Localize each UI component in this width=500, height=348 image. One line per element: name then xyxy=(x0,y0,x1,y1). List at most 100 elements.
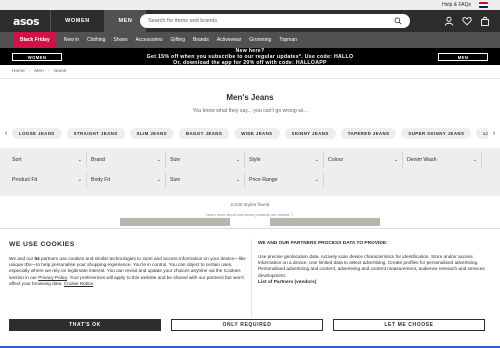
nav-item-activewear[interactable]: Activewear xyxy=(213,32,245,48)
chip-baggy-jeans[interactable]: BAGGY JEANS xyxy=(178,127,230,139)
promo-line-3: Or, download the app for 20% off with co… xyxy=(173,59,327,66)
let-me-choose-button[interactable]: LET ME CHOOSE xyxy=(333,319,485,331)
filter-label: Brand xyxy=(91,157,105,163)
cookie-notice-link[interactable]: Cookie Notice xyxy=(64,281,93,286)
filter-label: Size xyxy=(170,177,181,183)
filter-style[interactable]: Style ⌄ xyxy=(245,152,324,168)
chip-tapered-jeans[interactable]: TAPERED JEANS xyxy=(340,127,397,139)
chip-light-wash-jeans[interactable]: LIGHT WASH JE xyxy=(476,127,488,139)
category-chips: ‹ LOOSE JEANS STRAIGHT JEANS SLIM JEANS … xyxy=(0,124,500,142)
filter-row-2: Product Fit ⌄ Body Fit ⌄ Size ⌄ Price Range… xyxy=(8,172,492,192)
chevron-down-icon: ⌄ xyxy=(235,177,240,183)
chevron-left-icon[interactable]: ‹ xyxy=(0,124,12,142)
filter-size-2[interactable]: Size ⌄ xyxy=(166,172,245,188)
filter-label: Product Fit xyxy=(12,177,38,183)
chevron-down-icon: ⌄ xyxy=(77,177,82,183)
search-icon[interactable] xyxy=(394,17,402,25)
utility-bar: Help & FAQs xyxy=(0,0,500,10)
chevron-down-icon: ⌄ xyxy=(472,157,477,163)
header-icons xyxy=(444,16,490,26)
search-input[interactable]: Search for items and brands xyxy=(140,14,410,28)
filter-label: Colour xyxy=(328,157,344,163)
breadcrumb: Home › Men › Jeans xyxy=(0,65,500,79)
nav-item-clothing[interactable]: Clothing xyxy=(83,32,109,48)
breadcrumb-men[interactable]: Men xyxy=(34,69,43,74)
page: Help & FAQs asos WOMEN MEN Search for it… xyxy=(0,0,500,348)
bag-icon[interactable] xyxy=(480,16,490,26)
breadcrumb-jeans: Jeans xyxy=(53,69,67,74)
chip-slim-jeans[interactable]: SLIM JEANS xyxy=(129,127,174,139)
filter-denim-wash[interactable]: Denim Wash ⌄ xyxy=(403,152,482,168)
nav-item-shoes[interactable]: Shoes xyxy=(109,32,131,48)
cookie-title: WE USE COOKIES xyxy=(9,241,75,248)
nav-item-new-in[interactable]: New in xyxy=(60,32,83,48)
category-nav: Black Friday New in Clothing Shoes Acces… xyxy=(0,32,500,48)
filter-bar: Sort ⌄ Brand ⌄ Size ⌄ Style ⌄ Colour ⌄ Denim … xyxy=(0,148,500,196)
filter-row-1: Sort ⌄ Brand ⌄ Size ⌄ Style ⌄ Colour ⌄ Denim … xyxy=(8,152,492,172)
only-required-button[interactable]: ONLY REQUIRED xyxy=(171,319,323,331)
help-link[interactable]: Help & FAQs xyxy=(442,2,471,8)
accept-cookies-button[interactable]: THAT'S OK xyxy=(9,319,161,331)
promo-banner[interactable]: WOMEN New here? Get 15% off when you sub… xyxy=(0,48,500,66)
filter-label: Sort xyxy=(12,157,22,163)
filter-label: Body Fit xyxy=(91,177,111,183)
nav-item-topman[interactable]: Topman xyxy=(275,32,301,48)
tab-women[interactable]: WOMEN xyxy=(50,10,104,32)
cookie-info: WE USE COOKIES We and our 54 partners us… xyxy=(9,241,249,287)
chip-list: LOOSE JEANS STRAIGHT JEANS SLIM JEANS BA… xyxy=(12,127,488,139)
chip-skinny-jeans[interactable]: SKINNY JEANS xyxy=(284,127,336,139)
page-subtitle[interactable]: You know what they say... you can't go w… xyxy=(0,108,500,114)
product-grid-peek xyxy=(0,218,500,228)
nav-item-accessories[interactable]: Accessories xyxy=(132,32,167,48)
cookie-purposes: WE AND OUR PARTNERS PROCESS DATA TO PROV… xyxy=(258,241,494,285)
main-header: asos WOMEN MEN Search for items and bran… xyxy=(0,10,500,32)
chevron-down-icon: ⌄ xyxy=(393,157,398,163)
vendors-link[interactable]: List of Partners (vendors) xyxy=(258,280,494,285)
filter-label: Size xyxy=(170,157,181,163)
filter-label: Price Range xyxy=(249,177,278,183)
product-image[interactable] xyxy=(270,218,380,226)
promo-line-2: Get 15% off when you subscribe to our re… xyxy=(146,53,354,60)
promo-women-button[interactable]: WOMEN xyxy=(12,53,62,61)
promo-men-button[interactable]: MEN xyxy=(438,53,488,61)
filter-brand[interactable]: Brand ⌄ xyxy=(87,152,166,168)
chip-loose-jeans[interactable]: LOOSE JEANS xyxy=(12,127,62,139)
chevron-down-icon: ⌄ xyxy=(77,157,82,163)
nav-item-gifting[interactable]: Gifting xyxy=(167,32,189,48)
nav-item-black-friday[interactable]: Black Friday xyxy=(14,32,56,48)
filter-product-fit[interactable]: Product Fit ⌄ xyxy=(8,172,87,188)
breadcrumb-home[interactable]: Home xyxy=(12,69,25,74)
breadcrumb-separator: › xyxy=(47,69,50,74)
filter-price-range[interactable]: Price Range ⌄ xyxy=(245,172,324,188)
chevron-right-icon[interactable]: › xyxy=(488,124,500,142)
logo[interactable]: asos xyxy=(8,10,44,32)
account-icon[interactable] xyxy=(444,16,454,26)
privacy-policy-link[interactable]: Privacy Policy xyxy=(38,275,67,280)
page-title: Men's Jeans xyxy=(226,93,274,102)
promo-text: New here? Get 15% off when you subscribe… xyxy=(147,48,354,66)
product-image[interactable] xyxy=(120,218,230,226)
info-icon[interactable]: ⓘ xyxy=(290,213,294,217)
purposes-text: Use precise geolocation data. Actively s… xyxy=(258,254,485,278)
chevron-down-icon: ⌄ xyxy=(314,157,319,163)
chip-super-skinny-jeans[interactable]: SUPER SKINNY JEANS xyxy=(401,127,472,139)
nav-item-grooming[interactable]: Grooming xyxy=(245,32,275,48)
ranking-note-text: Learn more about how these products are … xyxy=(205,213,290,217)
filter-size[interactable]: Size ⌄ xyxy=(166,152,245,168)
cookie-text: We and our 54 partners use cookies and s… xyxy=(9,256,249,287)
chip-wide-jeans[interactable]: WIDE JEANS xyxy=(234,127,280,139)
filter-body-fit[interactable]: Body Fit ⌄ xyxy=(87,172,166,188)
chevron-down-icon: ⌄ xyxy=(235,157,240,163)
chip-straight-jeans[interactable]: STRAIGHT JEANS xyxy=(66,127,125,139)
breadcrumb-separator: › xyxy=(28,69,31,74)
nav-item-brands[interactable]: Brands xyxy=(189,32,213,48)
cookie-divider xyxy=(251,239,252,317)
purposes-title: WE AND OUR PARTNERS PROCESS DATA TO PROV… xyxy=(258,241,388,246)
cookie-banner: WE USE COOKIES We and our 54 partners us… xyxy=(0,228,500,348)
chevron-down-icon: ⌄ xyxy=(314,177,319,183)
filter-sort[interactable]: Sort ⌄ xyxy=(8,152,87,168)
cookie-text-prefix: We and our xyxy=(9,256,35,261)
country-flag-icon[interactable] xyxy=(479,2,488,8)
heart-icon[interactable] xyxy=(462,16,472,26)
filter-colour[interactable]: Colour ⌄ xyxy=(324,152,403,168)
